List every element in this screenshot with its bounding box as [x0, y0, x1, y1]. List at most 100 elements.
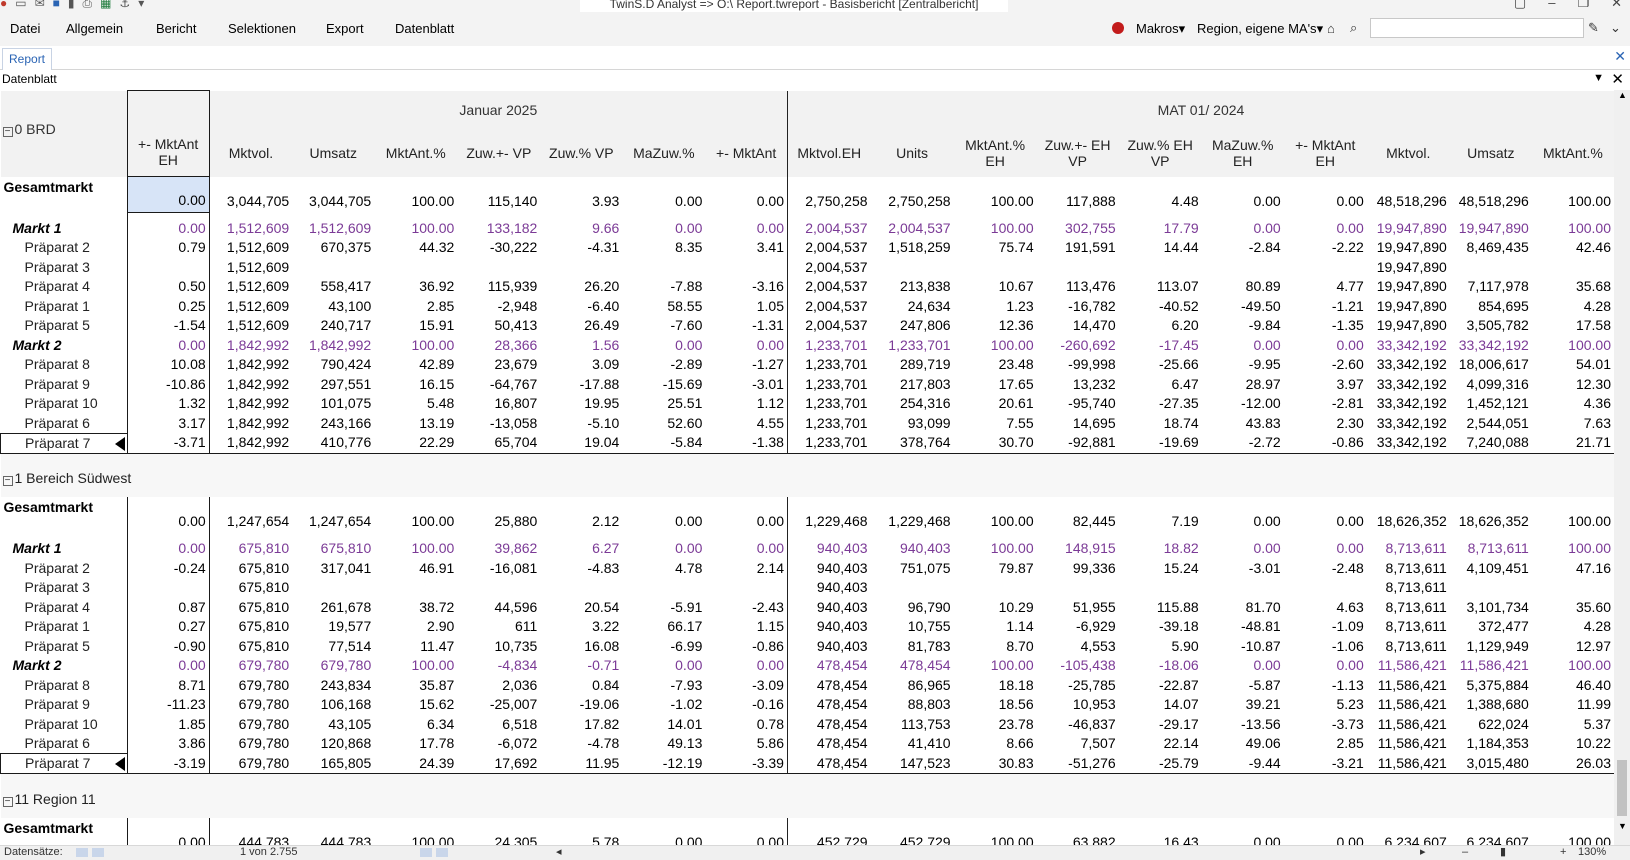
data-cell[interactable]: 0.00: [705, 219, 787, 239]
data-cell[interactable]: [871, 258, 954, 278]
data-cell[interactable]: -39.18: [1119, 617, 1202, 637]
data-cell[interactable]: 13,232: [1037, 375, 1119, 395]
data-cell[interactable]: 12.97: [1532, 637, 1614, 657]
data-cell[interactable]: -25.66: [1119, 355, 1202, 375]
data-cell[interactable]: 14.01: [622, 715, 705, 735]
data-cell[interactable]: 8,713,611: [1367, 578, 1450, 598]
data-cell[interactable]: 8,469,435: [1450, 238, 1532, 258]
data-cell[interactable]: 679,780: [292, 656, 374, 676]
data-cell[interactable]: [871, 578, 954, 598]
column-header[interactable]: +- MktAnt EH: [126, 128, 210, 177]
data-cell[interactable]: 1,512,609: [209, 297, 292, 317]
data-cell[interactable]: 100.00: [954, 818, 1037, 846]
data-cell[interactable]: 0.00: [1202, 336, 1284, 356]
data-cell[interactable]: [540, 578, 622, 598]
data-cell[interactable]: -13.56: [1202, 715, 1284, 735]
data-cell[interactable]: -17.45: [1119, 336, 1202, 356]
data-cell[interactable]: 4,553: [1037, 637, 1119, 657]
column-header[interactable]: MaZuw.% EH: [1201, 128, 1284, 177]
data-cell[interactable]: 41,410: [871, 734, 954, 754]
data-cell[interactable]: 4.77: [1284, 277, 1367, 297]
data-cell[interactable]: 6,518: [457, 715, 540, 735]
data-cell[interactable]: -0.16: [705, 695, 787, 715]
data-cell[interactable]: 8,713,611: [1367, 559, 1450, 579]
data-cell[interactable]: 478,454: [871, 656, 954, 676]
data-cell[interactable]: -95,740: [1037, 394, 1119, 414]
data-cell[interactable]: 8,713,611: [1367, 637, 1450, 657]
data-cell[interactable]: 622,024: [1450, 715, 1532, 735]
data-cell[interactable]: 0.00: [1202, 818, 1284, 846]
data-cell[interactable]: 33,342,192: [1367, 375, 1450, 395]
data-cell[interactable]: 0.84: [540, 676, 622, 696]
data-cell[interactable]: 1,129,949: [1450, 637, 1532, 657]
data-cell[interactable]: 378,764: [870, 433, 954, 454]
data-cell[interactable]: -51,276: [1036, 753, 1119, 774]
data-cell[interactable]: 42.46: [1532, 238, 1614, 258]
data-cell[interactable]: 3.17: [126, 413, 210, 433]
data-cell[interactable]: -25,785: [1037, 676, 1119, 696]
data-cell[interactable]: -7.60: [622, 316, 705, 336]
data-cell[interactable]: 65,704: [457, 433, 541, 454]
data-cell[interactable]: 30.83: [953, 753, 1037, 774]
data-cell[interactable]: 7.19: [1119, 497, 1202, 533]
data-cell[interactable]: 0.00: [126, 817, 210, 845]
data-cell[interactable]: 254,316: [871, 394, 954, 414]
anchor-icon[interactable]: ⚓: [119, 0, 130, 10]
data-cell[interactable]: -46,837: [1037, 715, 1119, 735]
data-cell[interactable]: 751,075: [871, 559, 954, 579]
data-cell[interactable]: 4.78: [622, 559, 705, 579]
data-cell[interactable]: 6.20: [1119, 316, 1202, 336]
data-cell[interactable]: -5.84: [622, 433, 706, 454]
data-cell[interactable]: 35.87: [374, 676, 457, 696]
data-cell[interactable]: 25.51: [622, 394, 705, 414]
data-cell[interactable]: 4,099,316: [1450, 375, 1532, 395]
data-cell[interactable]: 675,810: [209, 617, 292, 637]
data-cell[interactable]: 17.65: [954, 375, 1037, 395]
data-cell[interactable]: 33,342,192: [1367, 355, 1450, 375]
data-cell[interactable]: 10.29: [954, 598, 1037, 618]
data-cell[interactable]: 39.21: [1202, 695, 1284, 715]
data-cell[interactable]: 42.89: [374, 355, 457, 375]
data-cell[interactable]: 11,586,421: [1367, 676, 1450, 696]
data-cell[interactable]: 2,544,051: [1450, 414, 1532, 434]
data-cell[interactable]: [705, 258, 787, 278]
collapse-section-icon[interactable]: −: [2, 126, 13, 137]
data-cell[interactable]: -19.69: [1118, 433, 1202, 454]
panel-menu-icon[interactable]: ▼: [1593, 72, 1604, 84]
mail-icon[interactable]: ✉: [35, 0, 45, 10]
praeparat-row[interactable]: Präparat 8 10.08 1,842,992 790,424 42.89 23,6…: [1, 355, 1615, 375]
praeparat-row[interactable]: Präparat 7 -3.71 1,842,992 410,776 22.29 65,7…: [0, 432, 1614, 454]
data-cell[interactable]: [1119, 258, 1202, 278]
data-cell[interactable]: -1.35: [1284, 316, 1367, 336]
data-cell[interactable]: 33,342,192: [1450, 336, 1532, 356]
data-cell[interactable]: 0.00: [1202, 656, 1284, 676]
data-cell[interactable]: 19,947,890: [1367, 219, 1450, 239]
data-cell[interactable]: -1.13: [1284, 676, 1367, 696]
data-cell[interactable]: 81,783: [871, 637, 954, 657]
data-cell[interactable]: 15.62: [374, 695, 457, 715]
data-cell[interactable]: 240,717: [292, 316, 374, 336]
data-cell[interactable]: 1,842,992: [209, 414, 292, 434]
data-cell[interactable]: 3,044,705: [209, 177, 292, 213]
data-cell[interactable]: 0.00: [622, 656, 705, 676]
data-cell[interactable]: 854,695: [1450, 297, 1532, 317]
data-cell[interactable]: 28,366: [457, 336, 540, 356]
data-cell[interactable]: 18.74: [1119, 414, 1202, 434]
menu-allgemein[interactable]: Allgemein: [66, 21, 123, 37]
data-cell[interactable]: 100.00: [374, 219, 457, 239]
data-cell[interactable]: 2.85: [1284, 734, 1367, 754]
data-cell[interactable]: 19,947,890: [1450, 219, 1532, 239]
menu-bericht[interactable]: Bericht: [156, 21, 196, 37]
data-cell[interactable]: 940,403: [786, 578, 871, 598]
data-cell[interactable]: 54.01: [1532, 355, 1614, 375]
praeparat-row[interactable]: Präparat 3 675,810 940,403 8,713,611: [1, 578, 1615, 598]
data-cell[interactable]: 115.88: [1119, 598, 1202, 618]
region-dropdown[interactable]: Region, eigene MA's▾: [1197, 21, 1323, 37]
column-header[interactable]: Zuw.+- VP: [457, 128, 541, 177]
data-cell[interactable]: 26.03: [1531, 753, 1614, 774]
data-cell[interactable]: [540, 258, 622, 278]
data-cell[interactable]: 20.54: [540, 598, 622, 618]
data-cell[interactable]: 115,140: [457, 177, 540, 213]
data-cell[interactable]: 679,780: [209, 734, 292, 754]
praeparat-row[interactable]: Präparat 3 1,512,609 2,004,537 19,947,890: [1, 257, 1615, 278]
